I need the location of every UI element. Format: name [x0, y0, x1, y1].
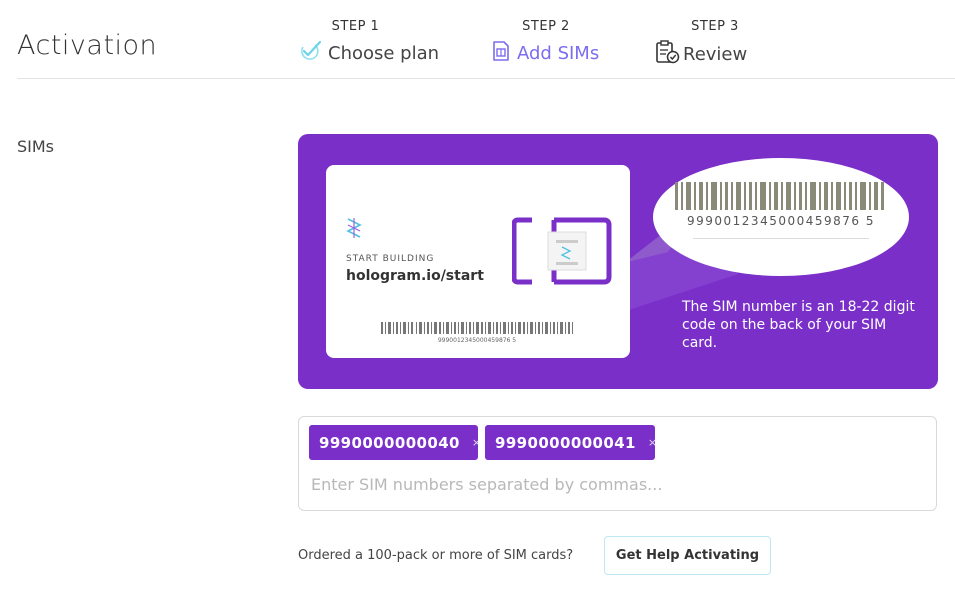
step-number: STEP 3 — [691, 19, 739, 34]
step-number: STEP 1 — [331, 19, 380, 34]
page-title: Activation — [17, 30, 158, 61]
sim-chip-illustration — [512, 217, 612, 285]
step-review[interactable]: STEP 3 Review — [655, 19, 775, 68]
card-url: hologram.io/start — [346, 268, 484, 284]
barcode-magnifier: 9990012345000459876 5 — [653, 158, 909, 276]
remove-tag-icon[interactable]: × — [648, 436, 658, 449]
hologram-logo-icon — [346, 217, 362, 243]
checkmark-icon — [298, 40, 322, 66]
clipboard-check-icon — [655, 40, 681, 68]
bulk-order-question: Ordered a 100-pack or more of SIM cards? — [298, 548, 574, 563]
remove-tag-icon[interactable]: × — [472, 436, 482, 449]
card-barcode — [381, 322, 573, 334]
step-label: Add SIMs — [517, 42, 600, 64]
step-label: Review — [683, 43, 748, 65]
sim-tag: 9990000000040 × — [309, 425, 481, 460]
card-barcode-number: 9990012345000459876 5 — [437, 337, 517, 344]
sim-tag: 9990000000041 × — [485, 425, 658, 460]
sim-info-banner: START BUILDING hologram.io/start 9990012… — [298, 134, 938, 389]
sim-card-illustration: START BUILDING hologram.io/start 9990012… — [326, 165, 630, 358]
step-add-sims[interactable]: STEP 2 Add SIMs — [491, 19, 601, 66]
step-number: STEP 2 — [522, 19, 570, 34]
sim-number-input[interactable] — [311, 475, 911, 494]
step-label: Choose plan — [328, 42, 440, 64]
sim-card-icon — [491, 40, 511, 66]
zoom-barcode-number: 9990012345000459876 5 — [686, 214, 875, 228]
sims-section-label: SIMs — [17, 137, 55, 156]
header-divider — [17, 78, 955, 79]
divider — [693, 238, 869, 239]
sim-numbers-input-box[interactable]: 9990000000040 × 9990000000041 × — [298, 416, 937, 511]
sim-tag-value: 9990000000040 — [319, 433, 460, 452]
card-tagline: START BUILDING — [346, 254, 435, 264]
zoom-barcode — [675, 182, 884, 210]
get-help-activating-button[interactable]: Get Help Activating — [604, 536, 771, 575]
sim-number-help-text: The SIM number is an 18-22 digit code on… — [682, 299, 915, 351]
step-choose-plan[interactable]: STEP 1 Choose plan — [298, 19, 439, 66]
sim-tag-value: 9990000000041 — [495, 433, 636, 452]
